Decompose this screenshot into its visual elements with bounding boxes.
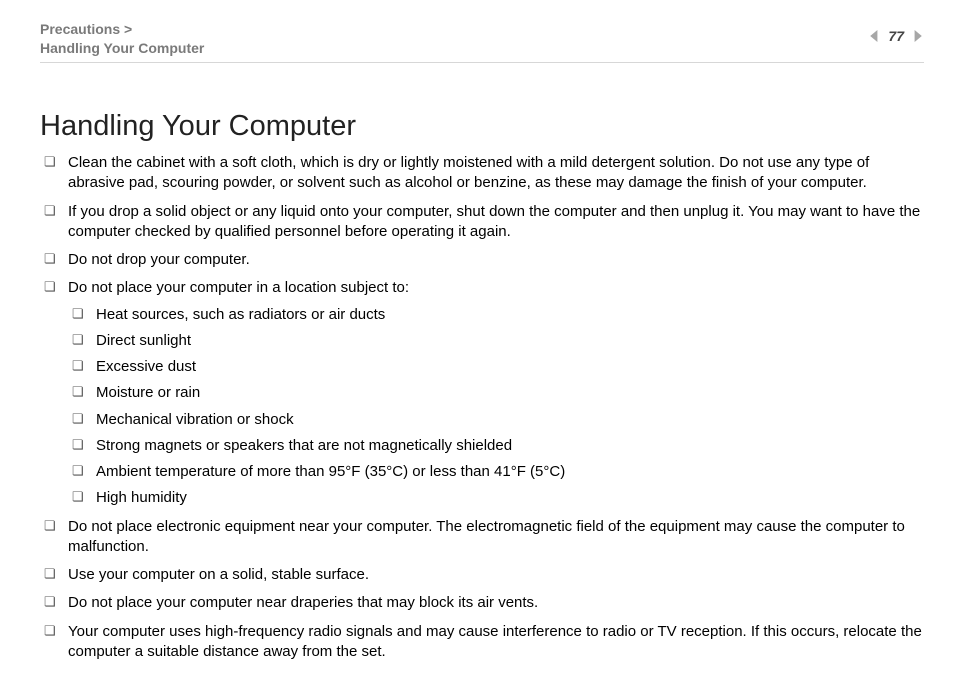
page-navigation: 77 (868, 28, 924, 44)
header-divider (40, 62, 924, 63)
list-item-text: Do not drop your computer. (68, 251, 250, 268)
list-item: Clean the cabinet with a soft cloth, whi… (40, 153, 924, 194)
page-number: 77 (888, 28, 904, 44)
sub-list-item: Direct sunlight (68, 331, 924, 351)
list-item-text: Do not place your computer in a location… (68, 279, 409, 296)
sub-list-item: Heat sources, such as radiators or air d… (68, 305, 924, 325)
sub-list-item: Strong magnets or speakers that are not … (68, 436, 924, 456)
bullet-list: Clean the cabinet with a soft cloth, whi… (40, 153, 924, 662)
sub-list-item: Ambient temperature of more than 95°F (3… (68, 462, 924, 482)
breadcrumb-line-1: Precautions > (40, 20, 204, 39)
arrow-right-icon (911, 30, 923, 42)
list-item: Do not place your computer in a location… (40, 278, 924, 508)
list-item: Use your computer on a solid, stable sur… (40, 565, 924, 585)
list-item: Do not drop your computer. (40, 250, 924, 270)
sub-list-item: Mechanical vibration or shock (68, 410, 924, 430)
sub-list-item: Moisture or rain (68, 383, 924, 403)
breadcrumb: Precautions > Handling Your Computer (40, 20, 204, 58)
sub-list-item: Excessive dust (68, 357, 924, 377)
content-area: Handling Your Computer Clean the cabinet… (40, 110, 924, 670)
list-item: Do not place your computer near draperie… (40, 593, 924, 613)
page-title: Handling Your Computer (40, 110, 924, 143)
list-item: Do not place electronic equipment near y… (40, 517, 924, 558)
list-item-text: Use your computer on a solid, stable sur… (68, 566, 369, 583)
breadcrumb-line-2: Handling Your Computer (40, 39, 204, 58)
list-item: Your computer uses high-frequency radio … (40, 622, 924, 663)
list-item-text: If you drop a solid object or any liquid… (68, 203, 920, 240)
list-item-text: Do not place your computer near draperie… (68, 594, 538, 611)
list-item-text: Your computer uses high-frequency radio … (68, 623, 922, 660)
sub-list-item: High humidity (68, 488, 924, 508)
next-page-button[interactable] (910, 29, 924, 43)
list-item: If you drop a solid object or any liquid… (40, 202, 924, 243)
list-item-text: Do not place electronic equipment near y… (68, 518, 905, 555)
sub-bullet-list: Heat sources, such as radiators or air d… (68, 305, 924, 509)
arrow-left-icon (869, 30, 881, 42)
document-page: Precautions > Handling Your Computer 77 … (0, 0, 954, 674)
prev-page-button[interactable] (868, 29, 882, 43)
list-item-text: Clean the cabinet with a soft cloth, whi… (68, 154, 869, 191)
